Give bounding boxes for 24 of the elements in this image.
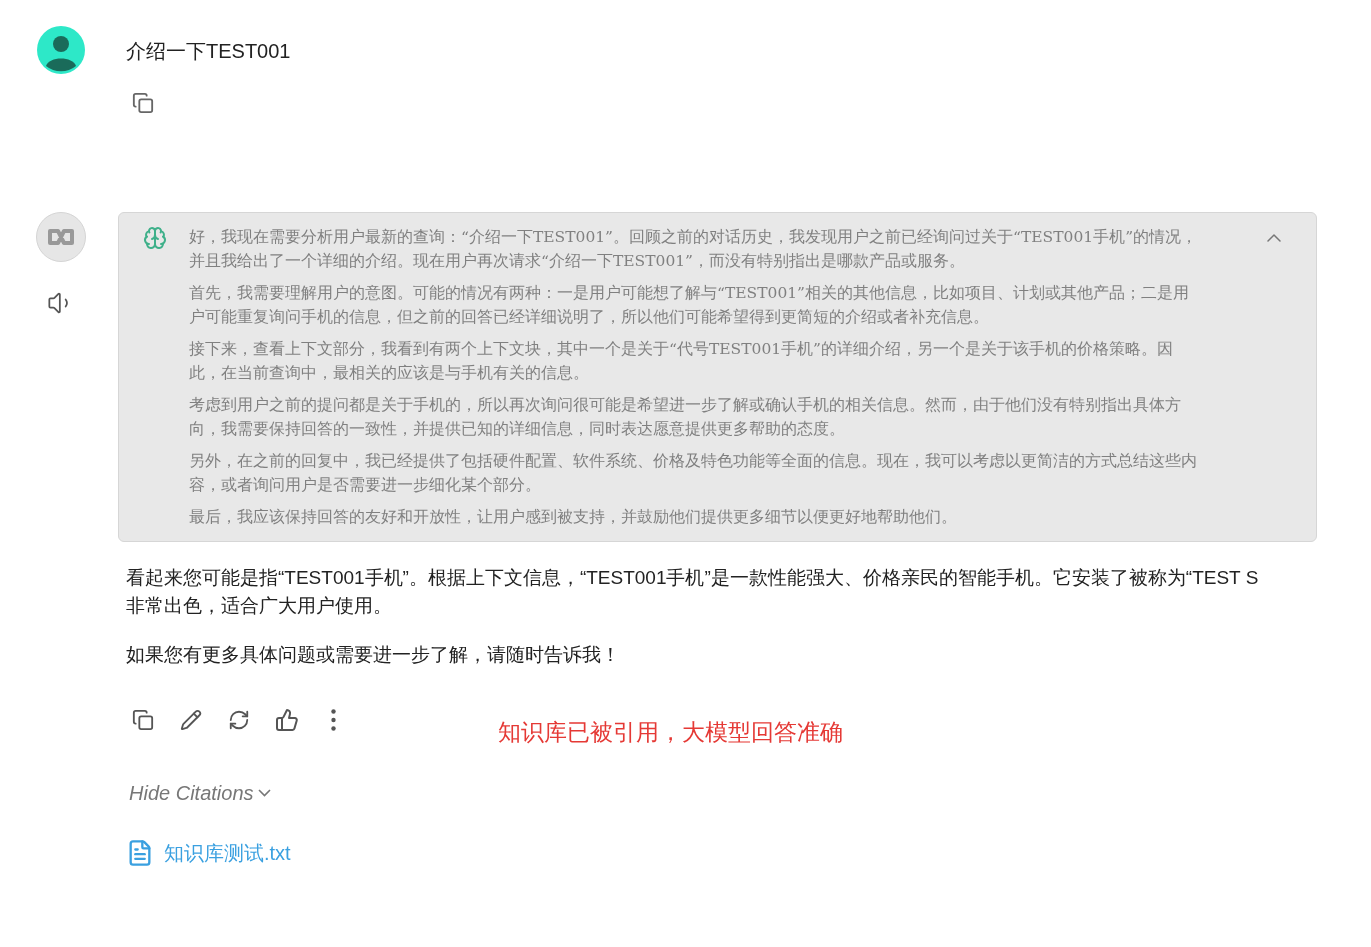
thinking-paragraph: 好，我现在需要分析用户最新的查询：“介绍一下TEST001”。回顾之前的对话历史，我发现用户之前已经询问过关于“TEST001手机”的情况，并且我给出了一个详细的介绍。现在用户再次请求“介绍一下TEST001”，而没有特别指出是哪款产品或服务。 <box>189 227 1199 272</box>
user-avatar-icon <box>37 26 85 74</box>
assistant-avatar-icon <box>36 212 86 262</box>
pencil-icon <box>180 709 202 732</box>
brain-icon <box>143 226 167 250</box>
copy-icon <box>132 709 154 732</box>
thinking-paragraph: 考虑到用户之前的提问都是关于手机的，所以再次询问很可能是希望进一步了解或确认手机的相关信息。然而，由于他们没有特别指出具体方向，我需要保持回答的一致性，并提供已知的详细信息，同时表达愿意提供更多帮助的态度。 <box>189 395 1182 440</box>
refresh-icon <box>228 709 250 732</box>
thinking-paragraph: 另外，在之前的回复中，我已经提供了包括硬件配置、软件系统、价格及特色功能等全面的信息。现在，我可以考虑以更简洁的方式总结这些内容，或者询问用户是否需要进一步细化某个部分。 <box>189 451 1198 496</box>
thinking-paragraph: 首先，我需要理解用户的意图。可能的情况有两种：一是用户可能想了解与“TEST001”相关的其他信息，比如项目、计划或其他产品；二是用户可能重复询问手机的信息，但之前的回答已经详细说明了，所以他们可能希望得到更简短的介绍或者补充信息。 <box>189 283 1191 328</box>
annotation-text: 知识库已被引用，大模型回答准确 <box>498 718 843 747</box>
answer-text: 如果您有更多具体问题或需要进一步了解，请随时告诉我！ <box>126 643 621 667</box>
citation-link[interactable]: 知识库测试.txt <box>126 837 291 868</box>
more-icon <box>330 709 336 732</box>
thumbs-up-icon <box>275 708 299 733</box>
thinking-paragraph: 接下来，查看上下文部分，我看到有两个上下文块，其中一个是关于“代号TEST001手机”的详细介绍，另一个是关于该手机的价格策略。因此，在当前查询中，最相关的应该是与手机有关的信息。 <box>189 339 1175 384</box>
file-name: 知识库测试.txt <box>164 840 291 866</box>
user-message: 介绍一下TEST001 <box>126 39 291 64</box>
chevron-down-icon <box>257 788 271 797</box>
answer-text: 看起来您可能是指“TEST001手机”。根据上下文信息，“TEST001手机”是一款性能强大、价格亲民的智能手机。它安装了被称为“TEST S <box>126 566 1260 590</box>
answer-text: 非常出色，适合广大用户使用。 <box>126 594 393 618</box>
citations-toggle[interactable]: Hide Citations <box>129 777 271 808</box>
copy-icon <box>132 92 154 114</box>
thinking-paragraph: 最后，我应该保持回答的友好和开放性，让用户感到被支持，并鼓励他们提供更多细节以便更好地帮助他们。 <box>189 507 958 528</box>
